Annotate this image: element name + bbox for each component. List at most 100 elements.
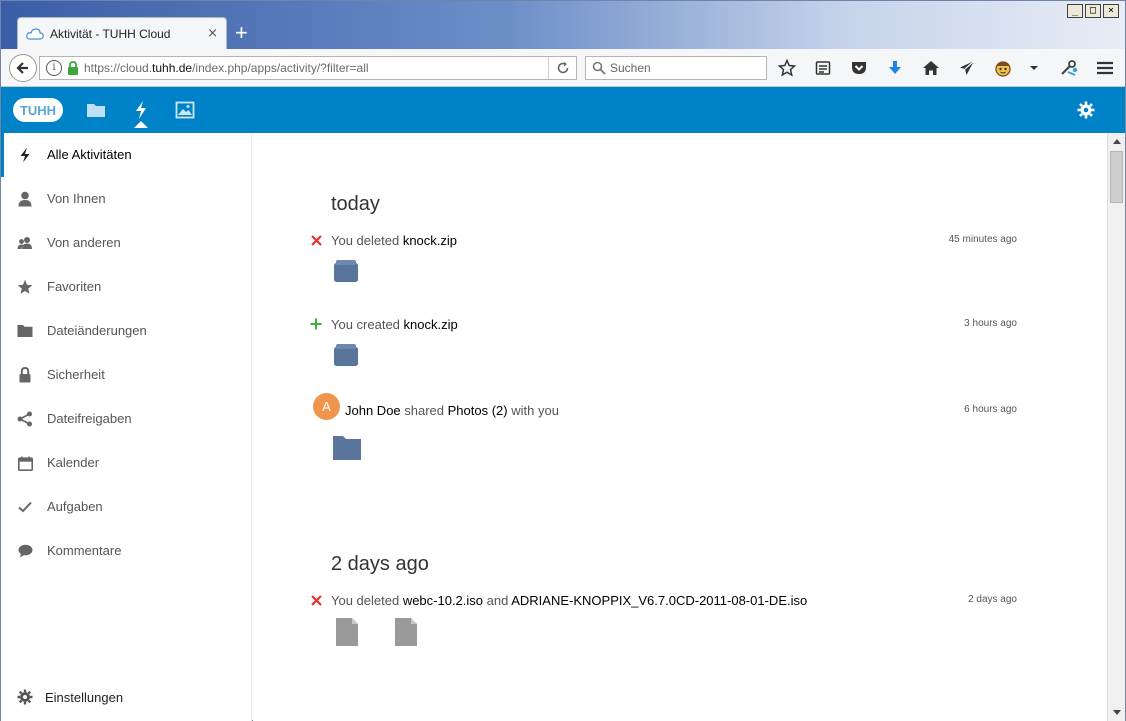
cloud-favicon-icon — [26, 27, 44, 40]
sidebar-item-label: Alle Aktivitäten — [47, 147, 132, 162]
lightning-icon — [17, 147, 33, 163]
window-controls: _ □ × — [1067, 4, 1119, 18]
activity-suffix: with you — [507, 403, 559, 418]
new-tab-button[interactable]: + — [235, 21, 248, 45]
url-path: /index.php/apps/activity/?filter=all — [192, 61, 369, 75]
sidebar-item-calendar[interactable]: Kalender — [1, 441, 252, 485]
info-icon[interactable]: i — [46, 60, 62, 76]
title-bar: _ □ × Aktivität - TUHH Cloud × + — [1, 1, 1125, 49]
activity-item: You created knock.zip 3 hours ago — [309, 317, 1017, 377]
tuhh-logo[interactable]: TUHH — [13, 98, 63, 122]
sidebar-item-label: Aufgaben — [47, 499, 103, 514]
sidebar-item-security[interactable]: Sicherheit — [1, 353, 252, 397]
scroll-up-arrow-icon[interactable] — [1108, 133, 1125, 150]
sidebar-item-all-activities[interactable]: Alle Aktivitäten — [1, 133, 252, 177]
share-icon — [17, 411, 33, 427]
activity-time: 45 minutes ago — [948, 234, 1017, 245]
avatar[interactable]: A — [313, 393, 340, 420]
tools-icon[interactable] — [1059, 58, 1079, 78]
tab-close-icon[interactable]: × — [207, 26, 218, 41]
browser-window: _ □ × Aktivität - TUHH Cloud × + i https… — [0, 0, 1126, 721]
calendar-icon — [17, 455, 33, 471]
sidebar-item-file-changes[interactable]: Dateiänderungen — [1, 309, 252, 353]
bookmark-star-icon[interactable] — [777, 58, 797, 78]
reading-list-icon[interactable] — [813, 58, 833, 78]
back-arrow-icon — [16, 62, 28, 74]
sidebar-item-label: Favoriten — [47, 279, 102, 294]
sidebar-item-shares[interactable]: Dateifreigaben — [1, 397, 252, 441]
activity-verb: You deleted — [331, 593, 403, 608]
sidebar-item-label: Dateifreigaben — [47, 411, 132, 426]
addon-face-icon[interactable] — [993, 58, 1013, 78]
created-plus-icon — [309, 317, 323, 331]
package-icon[interactable] — [333, 259, 359, 283]
dropdown-icon[interactable] — [1029, 58, 1039, 78]
activity-item: You deleted knock.zip 45 minutes ago — [309, 233, 1017, 293]
gear-icon — [17, 689, 33, 705]
sidebar: Alle Aktivitäten Von Ihnen Von anderen F… — [1, 133, 252, 721]
url-text[interactable]: https://cloud.tuhh.de/index.php/apps/act… — [84, 61, 548, 75]
activity-file-link[interactable]: webc-10.2.iso — [403, 593, 483, 608]
maximize-button[interactable]: □ — [1085, 4, 1101, 18]
scroll-down-arrow-icon[interactable] — [1108, 704, 1125, 721]
activity-text: John Doe shared Photos (2) with you — [345, 403, 559, 419]
home-icon[interactable] — [921, 58, 941, 78]
folder-icon[interactable] — [332, 435, 362, 461]
sidebar-item-favorites[interactable]: Favoriten — [1, 265, 252, 309]
sidebar-item-comments[interactable]: Kommentare — [1, 529, 252, 573]
vertical-scrollbar[interactable] — [1107, 133, 1125, 721]
close-window-button[interactable]: × — [1103, 4, 1119, 18]
activity-conjunction: and — [483, 593, 512, 608]
minimize-button[interactable]: _ — [1067, 4, 1083, 18]
back-button[interactable] — [9, 54, 37, 82]
menu-icon[interactable] — [1095, 58, 1115, 78]
reload-icon — [557, 62, 568, 74]
settings-button[interactable]: Einstellungen — [1, 675, 252, 719]
activity-file-link[interactable]: knock.zip — [404, 317, 458, 332]
settings-label: Einstellungen — [45, 690, 124, 705]
checkmark-icon — [17, 499, 33, 515]
app-header: TUHH — [1, 87, 1125, 133]
sidebar-item-by-you[interactable]: Von Ihnen — [1, 177, 252, 221]
activity-time: 6 hours ago — [964, 404, 1017, 415]
send-icon[interactable] — [957, 58, 977, 78]
sidebar-item-label: Sicherheit — [47, 367, 105, 382]
activity-time: 3 hours ago — [964, 318, 1017, 329]
star-icon — [17, 279, 33, 295]
browser-tab[interactable]: Aktivität - TUHH Cloud × — [17, 17, 227, 49]
logo-text: TUHH — [19, 102, 57, 118]
pocket-icon[interactable] — [849, 58, 869, 78]
folder-icon — [17, 323, 33, 339]
tab-title: Aktivität - TUHH Cloud — [50, 26, 171, 41]
activity-item: A John Doe shared Photos (2) with you 6 … — [309, 393, 1017, 473]
search-placeholder: Suchen — [610, 61, 651, 75]
file-icon[interactable] — [394, 617, 418, 647]
activity-file-link[interactable]: ADRIANE-KNOPPIX_V6.7.0CD-2011-08-01-DE.i… — [511, 593, 807, 608]
lock-icon — [68, 61, 78, 75]
files-app-icon[interactable] — [85, 100, 107, 120]
activity-time: 2 days ago — [968, 594, 1017, 605]
settings-gear-icon[interactable] — [1075, 100, 1097, 120]
reload-button[interactable] — [548, 57, 576, 79]
package-icon[interactable] — [333, 343, 359, 367]
url-bar[interactable]: i https://cloud.tuhh.de/index.php/apps/a… — [39, 56, 577, 80]
navigation-toolbar: i https://cloud.tuhh.de/index.php/apps/a… — [1, 49, 1125, 87]
activity-file-link[interactable]: knock.zip — [403, 233, 457, 248]
activity-user-link[interactable]: John Doe — [345, 403, 401, 418]
sidebar-item-label: Von anderen — [47, 235, 121, 250]
activity-text: You deleted knock.zip — [331, 233, 457, 249]
sidebar-item-label: Von Ihnen — [47, 191, 106, 206]
sidebar-item-tasks[interactable]: Aufgaben — [1, 485, 252, 529]
file-icon[interactable] — [335, 617, 359, 647]
activity-verb: You deleted — [331, 233, 403, 248]
activity-file-link[interactable]: Photos (2) — [448, 403, 508, 418]
activity-verb: shared — [400, 403, 448, 418]
url-prefix: https://cloud. — [84, 61, 153, 75]
activity-text: You deleted webc-10.2.iso and ADRIANE-KN… — [331, 593, 807, 609]
activity-app-icon[interactable] — [130, 100, 152, 120]
sidebar-item-by-others[interactable]: Von anderen — [1, 221, 252, 265]
download-icon[interactable] — [885, 58, 905, 78]
search-bar[interactable]: Suchen — [585, 56, 767, 80]
scrollbar-thumb[interactable] — [1110, 151, 1123, 203]
gallery-app-icon[interactable] — [174, 100, 196, 120]
